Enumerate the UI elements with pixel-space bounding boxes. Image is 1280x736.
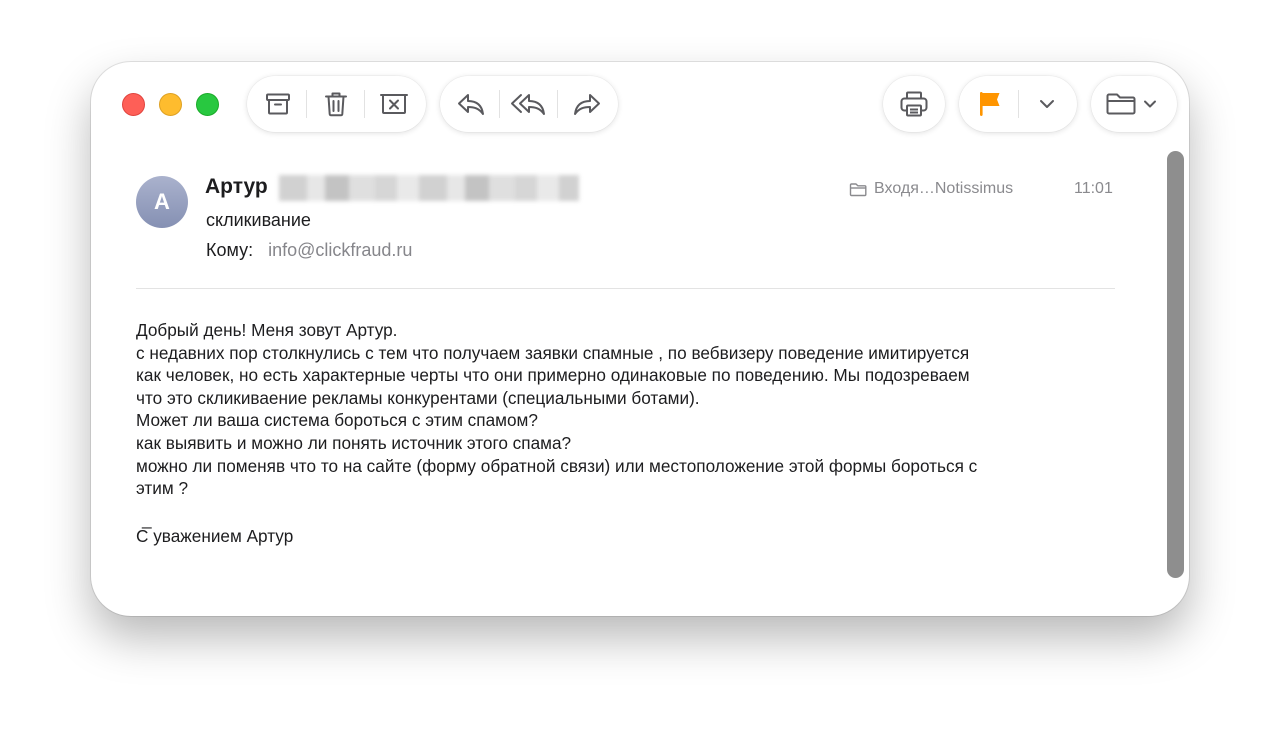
- flag-menu-button[interactable]: [1030, 88, 1064, 120]
- archive-icon: [266, 93, 290, 115]
- forward-icon: [574, 94, 600, 115]
- mail-window: A Артур скликивание Кому: info@clickfrau…: [91, 62, 1189, 616]
- body-line: что это скликиваение рекламы конкурентам…: [136, 387, 700, 408]
- print-icon: [900, 91, 928, 117]
- recipient-address[interactable]: info@clickfraud.ru: [268, 240, 412, 260]
- vertical-scrollbar[interactable]: [1167, 151, 1184, 578]
- header-divider: [136, 288, 1115, 289]
- sender-name[interactable]: Артур: [205, 175, 268, 199]
- chevron-down-icon: [1040, 100, 1054, 108]
- minimize-window-button[interactable]: [159, 93, 182, 116]
- body-line: можно ли поменяв что то на сайте (форму …: [136, 455, 978, 476]
- message-time: 11:01: [1074, 180, 1113, 197]
- flag-button[interactable]: [973, 88, 1007, 120]
- reply-all-icon: [511, 94, 545, 115]
- junk-button[interactable]: [377, 88, 411, 120]
- body-line: как человек, но есть характерные черты ч…: [136, 365, 970, 386]
- print-button[interactable]: [897, 88, 931, 120]
- junk-icon: [380, 94, 408, 114]
- flag-icon: [980, 92, 1000, 116]
- sender-avatar: A: [136, 176, 188, 228]
- toolbar-group-move: [1091, 76, 1177, 132]
- body-line: этим ?: [136, 478, 189, 499]
- message-body: Добрый день! Меня зовут Артур. с недавни…: [136, 319, 1126, 548]
- chevron-down-icon: [1144, 100, 1156, 108]
- toolbar-group-flag: [959, 76, 1077, 132]
- toolbar-group-mailbox-actions: [247, 76, 426, 132]
- forward-button[interactable]: [570, 88, 604, 120]
- delete-button[interactable]: [319, 88, 353, 120]
- toolbar-separator: [364, 90, 365, 118]
- body-line: Может ли ваша система бороться с этим сп…: [136, 410, 538, 431]
- body-line: как выявить и можно ли понять источник э…: [136, 432, 572, 453]
- toolbar-separator: [1018, 90, 1019, 118]
- toolbar-separator: [306, 90, 307, 118]
- toolbar-separator: [557, 90, 558, 118]
- trash-icon: [325, 92, 347, 117]
- toolbar-group-print: [883, 76, 945, 132]
- zoom-window-button[interactable]: [196, 93, 219, 116]
- message-subject: скликивание: [206, 210, 311, 230]
- reply-icon: [458, 94, 484, 115]
- close-window-button[interactable]: [122, 93, 145, 116]
- mailbox-location[interactable]: Входя…Notissimus: [849, 180, 1013, 198]
- mailbox-name: Входя…Notissimus: [874, 180, 1014, 197]
- recipient-row: Кому: info@clickfraud.ru: [206, 240, 412, 261]
- archive-button[interactable]: [261, 88, 295, 120]
- toolbar-group-reply-actions: [440, 76, 618, 132]
- body-line: с недавних пор столкнулись с тем что пол…: [136, 342, 970, 363]
- move-to-folder-button[interactable]: [1105, 88, 1165, 120]
- recipient-label: Кому:: [206, 240, 254, 260]
- signature: С уважением Артур: [136, 525, 294, 546]
- sender-address-redacted: [279, 175, 579, 201]
- folder-icon: [849, 182, 867, 196]
- body-line: Добрый день! Меня зовут Артур.: [136, 320, 398, 340]
- reply-all-button[interactable]: [510, 88, 548, 120]
- reply-button[interactable]: [454, 88, 488, 120]
- toolbar-separator: [499, 90, 500, 118]
- folder-icon: [1106, 93, 1136, 115]
